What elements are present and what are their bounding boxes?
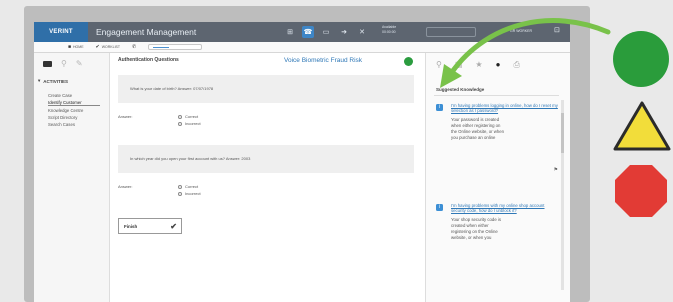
activities-list: Create Case Identify Customer Knowledge … (48, 92, 109, 128)
activities-label: ACTIVITIES (43, 78, 69, 84)
secondary-toolbar: ■ HOME ✔ WORKLIST ✆ (34, 42, 570, 53)
chat-icon[interactable] (43, 61, 52, 67)
agent-status: Available 00:00:00 (382, 25, 396, 35)
checkmark-icon: ✔ (170, 221, 177, 231)
transfer-icon[interactable]: ➜ (338, 26, 350, 38)
sidebar-item-script-directory[interactable]: Script Directory (48, 114, 109, 121)
left-sidebar: ⚲ ✎ ▾ ACTIVITIES Create Case Identify Cu… (34, 53, 110, 302)
document-icon[interactable]: ▤ (455, 60, 463, 70)
radio-icon (178, 184, 182, 189)
suggested-knowledge-panel: ⚲ ▤ ★ ● ⎙ Suggested Knowledge i I'm havi… (425, 53, 570, 302)
radio-label: Incorrect (185, 121, 201, 126)
correct-radio[interactable]: Correct (178, 184, 198, 189)
brand-logo: VERINT (34, 22, 88, 42)
home-tab-label: HOME (73, 45, 84, 49)
fraud-risk-status-indicator (404, 57, 413, 66)
answer-label: Answer: (118, 184, 133, 189)
lock-icon[interactable]: ⊡ (554, 26, 560, 34)
finish-button[interactable]: Finish ✔ (118, 218, 182, 234)
answer-label: Answer: (118, 114, 133, 119)
incorrect-radio[interactable]: Incorrect (178, 121, 201, 126)
article-body-line: you purchase an online (451, 134, 496, 140)
active-interaction-tab[interactable] (148, 44, 203, 50)
incorrect-radio[interactable]: Incorrect (178, 191, 201, 196)
question-text: What is your date of birth? Answer: 07/0… (130, 86, 214, 91)
home-icon: ■ (68, 44, 72, 50)
sidebar-item-search-cases[interactable]: Search Cases (48, 121, 109, 128)
article-body-line: website, or when you (451, 234, 492, 240)
scrollbar-thumb[interactable] (561, 113, 564, 153)
activities-header[interactable]: ▾ ACTIVITIES (38, 78, 109, 84)
agent-status-timer: 00:00:00 (382, 30, 396, 34)
knowledge-article: i I'm having problems with my online sho… (436, 203, 558, 241)
sidebar-icon-row: ⚲ ✎ (34, 53, 109, 68)
article-link[interactable]: I'm having problems with my online shop … (451, 203, 558, 213)
lightbulb-icon[interactable]: ● (496, 60, 501, 70)
chevron-down-icon: ▾ (38, 78, 41, 83)
active-tab-indicator (153, 47, 170, 48)
divider (434, 95, 559, 96)
article-icon: i (436, 104, 443, 111)
radio-label: Incorrect (185, 191, 201, 196)
sidebar-item-knowledge-centre[interactable]: Knowledge Centre (48, 107, 109, 114)
check-icon: ✔ (95, 44, 100, 50)
authentication-title: Authentication Questions (118, 57, 179, 63)
worklist-tab-label: WORKLIST (101, 45, 121, 49)
green-circle-icon (613, 31, 669, 87)
article-icon: i (436, 204, 443, 211)
worklist-tab[interactable]: ✔ WORKLIST (96, 44, 120, 50)
radio-label: Correct (185, 114, 199, 119)
article-body: Your shop security code is created when … (451, 217, 558, 240)
app-screen: VERINT Engagement Management ⊞ ☎ ▭ ➜ ✕ A… (34, 22, 570, 302)
radio-icon (178, 191, 182, 196)
question-box: In which year did you open your first ac… (118, 145, 414, 173)
voice-biometric-label: Voice Biometric Fraud Risk (284, 57, 363, 64)
pencil-icon[interactable]: ✎ (76, 59, 83, 68)
radio-icon (178, 121, 182, 126)
title-bar: VERINT Engagement Management ⊞ ☎ ▭ ➜ ✕ A… (34, 22, 570, 42)
authentication-panel: Authentication Questions Voice Biometric… (110, 53, 425, 302)
radio-icon (178, 114, 182, 119)
global-search-input[interactable] (426, 27, 476, 37)
call-tab[interactable]: ✆ (132, 44, 136, 50)
radio-label: Correct (185, 184, 199, 189)
article-link[interactable]: I'm having problems logging in online, h… (451, 103, 558, 113)
red-octagon-icon (615, 165, 667, 217)
app-title: Engagement Management (96, 27, 197, 37)
finish-label: Finish (124, 223, 138, 229)
print-icon[interactable]: ⎙ (513, 60, 519, 70)
correct-radio[interactable]: Correct (178, 114, 198, 119)
handset-icon: ✆ (132, 44, 137, 50)
feedback-icon[interactable]: ⚑ (554, 167, 558, 173)
knowledge-article: i I'm having problems logging in online,… (436, 103, 558, 173)
suggested-knowledge-title: Suggested Knowledge (436, 87, 485, 92)
user-name: GR WORKER (510, 29, 532, 33)
mute-icon[interactable]: ✕ (356, 26, 368, 38)
titlebar-icon-group: ⊞ ☎ ▭ ➜ ✕ (284, 26, 368, 38)
home-tab[interactable]: ■ HOME (68, 44, 84, 50)
search-icon[interactable]: ⚲ (436, 60, 442, 70)
yellow-triangle-icon (613, 101, 671, 151)
question-box: What is your date of birth? Answer: 07/0… (118, 75, 414, 103)
sidebar-item-create-case[interactable]: Create Case (48, 92, 109, 99)
document-icon[interactable]: ▭ (320, 26, 332, 38)
search-icon[interactable]: ⚲ (61, 59, 67, 68)
phone-icon[interactable]: ☎ (302, 26, 314, 38)
knowledge-toolbar: ⚲ ▤ ★ ● ⎙ (426, 53, 570, 70)
grid-icon[interactable]: ⊞ (284, 26, 296, 38)
question-text: In which year did you open your first ac… (130, 156, 251, 161)
star-icon[interactable]: ★ (475, 60, 482, 70)
article-body: Your password is created when either reg… (451, 117, 558, 140)
